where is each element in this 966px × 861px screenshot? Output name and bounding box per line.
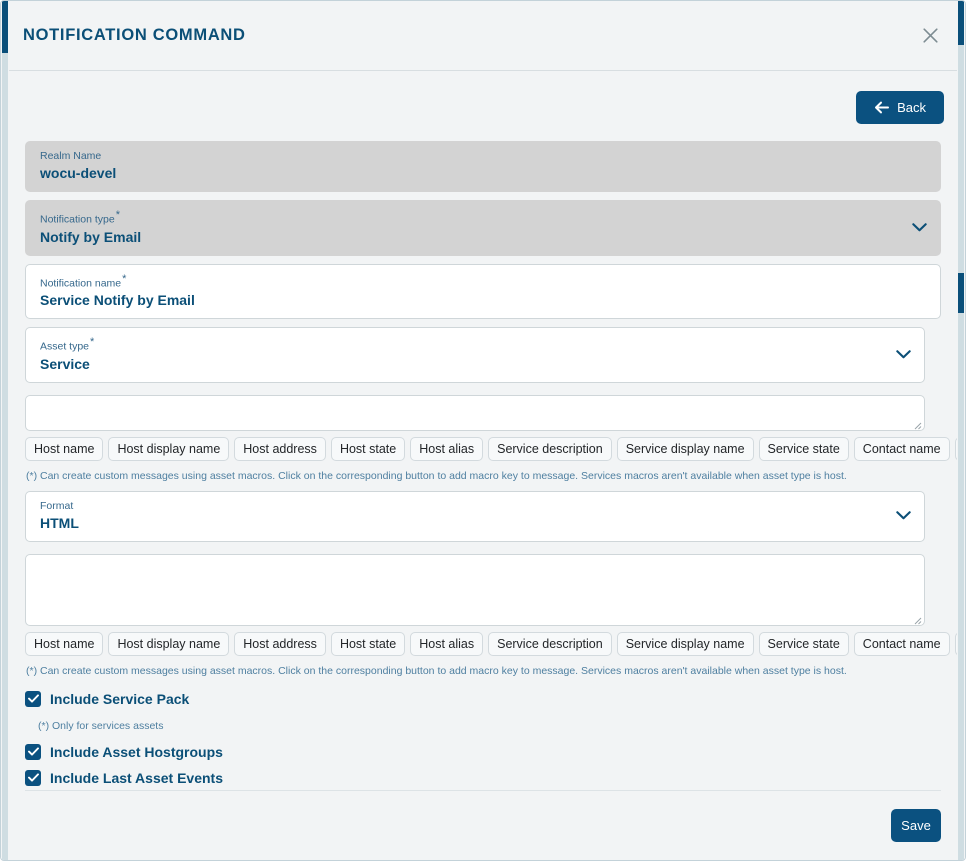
macro-button-contact-name[interactable]: Contact name [853,631,950,656]
macro-button-host-alias[interactable]: Host alias [410,631,484,656]
notification-command-modal: NOTIFICATION COMMAND Back Realm Name woc… [0,0,966,861]
notification-name-value: Service Notify by Email [40,292,195,308]
macro-button-contact-name[interactable]: Contact name [853,436,950,461]
asset-type-label: Asset type* [40,336,95,353]
macro-button-host-state[interactable]: Host state [330,631,406,656]
checkbox-include-asset-hostgroups[interactable]: Include Asset Hostgroups [25,739,941,765]
notification-name-input[interactable]: Notification name* Service Notify by Ema… [25,263,941,319]
macro-button-host-alias[interactable]: Host alias [410,436,484,461]
notification-type-value: Notify by Email [40,228,142,245]
checkbox-include-service-pack[interactable]: Include Service Pack [25,686,941,712]
macro-button-host-name[interactable]: Host name [25,436,104,461]
asset-type-select[interactable]: Asset type* Service [25,327,925,383]
checkbox-checked-icon [25,690,41,707]
macro-button-service-description[interactable]: Service description [488,631,612,656]
right-scrollbar-thumb-top[interactable] [958,1,964,45]
resize-handle-icon[interactable] [911,612,922,624]
macro-button-service-display-name[interactable]: Service display name [616,631,754,656]
format-label: Format [40,499,74,512]
realm-name-value: wocu-devel [40,165,117,181]
checkbox-include-last-asset-events[interactable]: Include Last Asset Events [25,765,941,791]
toolbar: Back [17,71,949,141]
arrow-left-icon [874,101,890,114]
subject-macro-helper-text: (*) Can create custom messages using ass… [26,469,847,482]
left-scrollbar-thumb[interactable] [2,1,8,53]
format-value: HTML [40,514,79,531]
realm-name-label: Realm Name [40,150,102,162]
macro-button-host-address[interactable]: Host address [234,631,326,656]
checkbox-label: Include Service Pack [50,690,190,707]
subject-textarea[interactable] [25,394,925,431]
close-icon[interactable] [917,23,943,49]
message-macro-helper-text: (*) Can create custom messages using ass… [26,664,847,677]
macro-button-host-address[interactable]: Host address [234,436,326,461]
modal-header: NOTIFICATION COMMAND [1,1,965,71]
message-textarea[interactable] [25,553,925,626]
service-pack-helper-text: (*) Only for services assets [38,719,164,732]
asset-type-value: Service [40,355,90,372]
subject-macro-buttons: Host name Host display name Host address… [25,436,965,461]
back-button[interactable]: Back [856,91,944,124]
footer-divider [25,790,941,791]
checkbox-label: Include Asset Hostgroups [50,743,223,760]
message-macro-buttons: Host name Host display name Host address… [25,631,965,656]
right-scrollbar-thumb[interactable] [958,273,964,313]
format-select[interactable]: Format HTML [25,490,925,542]
macro-button-host-state[interactable]: Host state [330,436,406,461]
notification-type-label: Notification type* [40,209,120,226]
right-scrollbar-track[interactable] [958,1,964,860]
notification-name-label: Notification name* [40,272,127,290]
checkbox-checked-icon [25,743,41,760]
macro-button-service-display-name[interactable]: Service display name [616,436,754,461]
macro-button-service-description[interactable]: Service description [488,436,612,461]
left-scrollbar[interactable] [1,1,9,860]
left-scrollbar-track[interactable] [2,1,8,860]
page-title: NOTIFICATION COMMAND [23,26,246,44]
right-scrollbar[interactable] [957,1,965,860]
macro-button-host-display-name[interactable]: Host display name [108,436,230,461]
message-textarea-wrap [25,553,925,626]
macro-button-host-name[interactable]: Host name [25,631,104,656]
save-button[interactable]: Save [891,809,941,842]
checkbox-label: Include Last Asset Events [50,769,223,786]
resize-handle-icon[interactable] [911,417,922,429]
subject-textarea-wrap [25,394,925,431]
macro-button-host-display-name[interactable]: Host display name [108,631,230,656]
macro-button-service-state[interactable]: Service state [758,436,849,461]
back-button-label: Back [897,100,926,115]
modal-body: Back Realm Name wocu-devel Notification … [1,71,965,860]
checkbox-checked-icon [25,769,41,786]
realm-name-field: Realm Name wocu-devel [25,141,941,192]
macro-button-service-state[interactable]: Service state [758,631,849,656]
notification-type-select[interactable]: Notification type* Notify by Email [25,200,941,256]
modal-footer: Save [1,790,965,860]
